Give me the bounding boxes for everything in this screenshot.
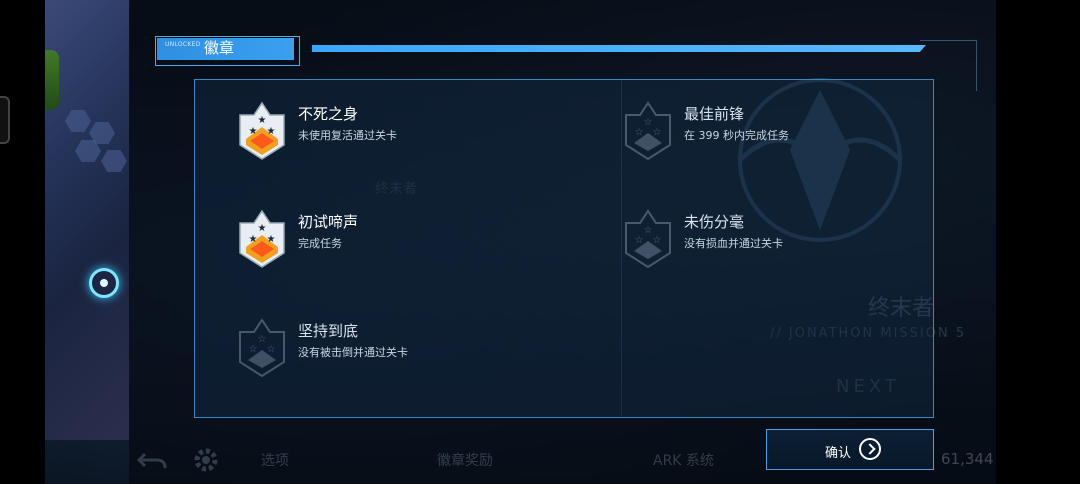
svg-text:★: ★ — [267, 126, 276, 137]
gold-star-shield-icon: ★ ★ ★ — [239, 209, 285, 268]
outline-star-shield-icon: ☆ ☆ ☆ — [239, 318, 285, 378]
svg-text:☆: ☆ — [653, 235, 662, 246]
badge-description: 没有损血并通过关卡 — [684, 237, 783, 250]
back-icon — [137, 452, 167, 469]
badge-item: ★ ★ ★ 初试啼声 完成任务 — [234, 209, 494, 269]
header-accent-bar — [312, 45, 926, 52]
svg-text:☆: ☆ — [635, 235, 644, 246]
confirm-button[interactable]: 确认 — [766, 429, 934, 470]
badge-reward-label: 徽章奖励 — [437, 453, 493, 469]
outline-star-shield-icon: ☆ ☆ ☆ — [625, 101, 671, 161]
badge-title: 初试啼声 — [298, 213, 359, 231]
ark-system-label: ARK 系统 — [653, 453, 714, 469]
svg-text:★: ★ — [249, 126, 258, 137]
confirm-label: 确认 — [825, 446, 852, 461]
badge-description: 完成任务 — [298, 237, 342, 250]
svg-text:★: ★ — [258, 223, 267, 234]
currency-amount: 61,344 — [941, 450, 994, 468]
robot-arm — [45, 50, 59, 110]
badge-title: 未伤分毫 — [684, 213, 745, 231]
options-label: 选项 — [261, 453, 289, 469]
svg-text:★: ★ — [258, 115, 267, 126]
circle-arrow-right-icon — [859, 438, 881, 460]
unlocked-label: UNLOCKED — [165, 41, 201, 48]
badge-title: 坚持到底 — [298, 322, 359, 340]
badge-title: 不死之身 — [298, 105, 359, 123]
game-screen: 终末者 终末者 // JONATHON MISSION 5 NEXT UNLOC… — [0, 0, 1080, 484]
phone-notch — [0, 96, 10, 144]
svg-text:☆: ☆ — [249, 344, 258, 355]
badge-item: ☆ ☆ ☆ 最佳前锋 在 399 秒内完成任务 — [620, 101, 880, 161]
badge-description: 没有被击倒并通过关卡 — [298, 346, 408, 359]
svg-text:★: ★ — [267, 234, 276, 245]
svg-text:☆: ☆ — [258, 334, 267, 345]
robot-artwork — [45, 0, 130, 440]
svg-text:☆: ☆ — [653, 127, 662, 138]
svg-text:☆: ☆ — [267, 344, 276, 355]
eye-icon[interactable] — [89, 268, 119, 298]
screen-bezel — [0, 0, 45, 484]
svg-text:☆: ☆ — [644, 225, 653, 236]
svg-text:☆: ☆ — [644, 117, 653, 128]
svg-text:★: ★ — [249, 234, 258, 245]
badge-title: 最佳前锋 — [684, 105, 745, 123]
hex-panel — [65, 110, 91, 132]
screen-bezel-right — [996, 0, 1080, 484]
badge-description: 未使用复活通过关卡 — [298, 129, 397, 142]
svg-text:☆: ☆ — [635, 127, 644, 138]
gold-star-shield-icon: ★ ★ ★ — [239, 101, 285, 160]
outline-star-shield-icon: ☆ ☆ ☆ — [625, 209, 671, 269]
hex-panel — [101, 150, 127, 172]
gear-icon — [194, 448, 218, 472]
badge-description: 在 399 秒内完成任务 — [684, 129, 789, 142]
page-title: 徽章 — [204, 39, 235, 57]
badge-item: ☆ ☆ ☆ 坚持到底 没有被击倒并通过关卡 — [234, 318, 494, 378]
badge-item: ★ ★ ★ 不死之身 未使用复活通过关卡 — [234, 101, 494, 161]
badge-item: ☆ ☆ ☆ 未伤分毫 没有损血并通过关卡 — [620, 209, 880, 269]
